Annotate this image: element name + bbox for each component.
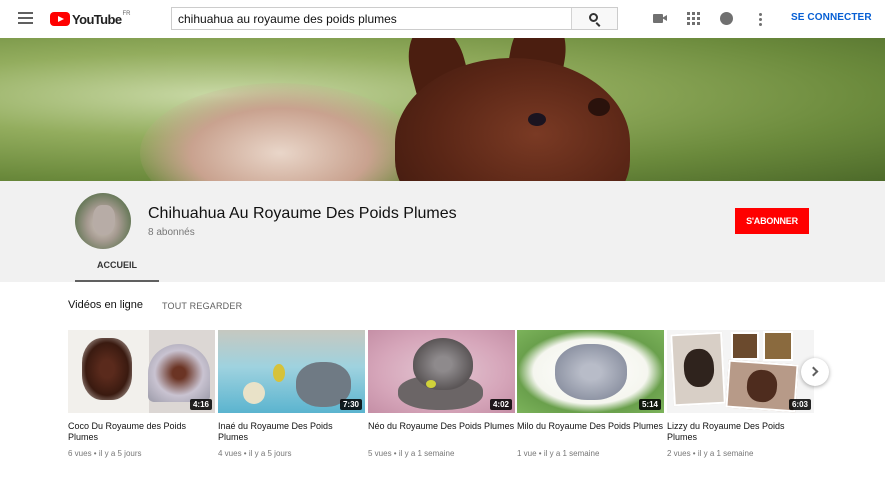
- video-duration: 7:30: [339, 399, 362, 410]
- video-duration: 4:16: [189, 399, 212, 410]
- subscriber-count: 8 abonnés: [148, 227, 195, 238]
- section-title[interactable]: Vidéos en ligne: [68, 299, 143, 311]
- video-thumbnail[interactable]: 4:16: [68, 330, 215, 413]
- video-duration: 4:02: [489, 399, 512, 410]
- video-card[interactable]: 4:16 Coco Du Royaume des Poids Plumes 6 …: [68, 330, 215, 458]
- channel-header: Chihuahua Au Royaume Des Poids Plumes 8 …: [0, 181, 885, 282]
- search-icon: [589, 13, 598, 22]
- more-options-icon[interactable]: [758, 13, 762, 26]
- video-thumbnail[interactable]: 4:02: [368, 330, 515, 413]
- search-input[interactable]: [172, 8, 571, 29]
- video-meta: 6 vues • il y a 5 jours: [68, 449, 142, 458]
- apps-grid-icon[interactable]: [687, 12, 701, 25]
- video-duration: 5:14: [638, 399, 661, 410]
- tab-home[interactable]: ACCUEIL: [75, 254, 159, 282]
- video-meta: 4 vues • il y a 5 jours: [218, 449, 292, 458]
- video-title[interactable]: Lizzy du Royaume Des Poids Plumes: [667, 421, 814, 443]
- youtube-play-icon: [50, 12, 70, 26]
- logo-text: YouTube: [72, 11, 122, 27]
- video-card[interactable]: 7:30 Inaé du Royaume Des Poids Plumes 4 …: [218, 330, 365, 458]
- search-button[interactable]: [571, 8, 617, 29]
- messages-icon[interactable]: [720, 12, 733, 25]
- chevron-right-icon: [808, 366, 819, 377]
- top-bar: YouTube FR SE CONNECTER: [0, 0, 885, 38]
- video-duration: 6:03: [788, 399, 811, 410]
- next-arrow-button[interactable]: [801, 358, 829, 386]
- create-video-icon[interactable]: [653, 12, 667, 25]
- channel-content: Vidéos en ligne TOUT REGARDER 4:16 Coco …: [0, 282, 885, 477]
- channel-name: Chihuahua Au Royaume Des Poids Plumes: [148, 205, 457, 222]
- logo-region: FR: [122, 11, 131, 17]
- search-box: [171, 7, 618, 30]
- channel-banner: [0, 38, 885, 181]
- video-title[interactable]: Néo du Royaume Des Poids Plumes: [368, 421, 515, 443]
- subscribe-button[interactable]: S'ABONNER: [735, 208, 809, 234]
- video-card[interactable]: 4:02 Néo du Royaume Des Poids Plumes 5 v…: [368, 330, 515, 458]
- video-thumbnail[interactable]: 6:03: [667, 330, 814, 413]
- video-thumbnail[interactable]: 7:30: [218, 330, 365, 413]
- see-all-link[interactable]: TOUT REGARDER: [162, 301, 242, 311]
- video-card[interactable]: 5:14 Milo du Royaume Des Poids Plumes 1 …: [517, 330, 664, 458]
- video-card[interactable]: 6:03 Lizzy du Royaume Des Poids Plumes 2…: [667, 330, 814, 458]
- sign-in-button[interactable]: SE CONNECTER: [791, 12, 872, 23]
- channel-avatar[interactable]: [75, 193, 131, 249]
- video-meta: 1 vue • il y a 1 semaine: [517, 449, 600, 458]
- video-meta: 2 vues • il y a 1 semaine: [667, 449, 754, 458]
- video-title[interactable]: Coco Du Royaume des Poids Plumes: [68, 421, 215, 443]
- video-meta: 5 vues • il y a 1 semaine: [368, 449, 455, 458]
- menu-icon[interactable]: [18, 12, 33, 24]
- video-title[interactable]: Inaé du Royaume Des Poids Plumes: [218, 421, 365, 443]
- youtube-logo[interactable]: YouTube FR: [50, 11, 130, 27]
- video-title[interactable]: Milo du Royaume Des Poids Plumes: [517, 421, 664, 443]
- video-thumbnail[interactable]: 5:14: [517, 330, 664, 413]
